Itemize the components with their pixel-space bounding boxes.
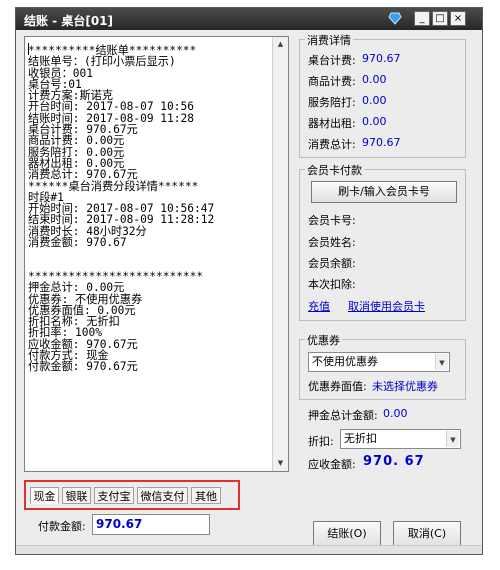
deposit-total-value: 0.00 (383, 407, 408, 420)
deduction-label: 本次扣除: (308, 278, 356, 291)
table-fee-label: 桌台计费: (308, 54, 356, 67)
goods-fee-value: 0.00 (362, 73, 387, 86)
scroll-up-icon[interactable]: ▲ (273, 37, 288, 52)
goods-fee-label: 商品计费: (308, 75, 356, 88)
service-fee-label: 服务陪打: (308, 96, 356, 109)
checkout-window: 结账 - 桌台[01] _ □ × **********结账单*********… (15, 7, 483, 555)
coupon-select-value: 不使用优惠券 (312, 355, 378, 368)
discount-label: 折扣: (308, 435, 334, 448)
tab-cash[interactable]: 现金 (30, 487, 59, 504)
coupon-face-value: 未选择优惠券 (372, 380, 438, 393)
scroll-down-icon[interactable]: ▼ (273, 456, 288, 471)
total-consumption-label: 消费总计: (308, 138, 356, 151)
coupon-select[interactable]: 不使用优惠券 ▼ (308, 352, 450, 372)
receipt-textarea[interactable]: **********结账单********** 结账单号：(打印小票后显示) 收银员… (24, 36, 289, 472)
table-fee-value: 970.67 (362, 52, 401, 65)
payment-amount-input[interactable]: 970.67 (92, 514, 210, 535)
receipt-line: 付款金额: 970.67元 (28, 360, 138, 374)
title-bar: 结账 - 桌台[01] _ □ × (16, 8, 482, 30)
member-balance-label: 会员余额: (308, 257, 356, 270)
cancel-member-card-link[interactable]: 取消使用会员卡 (348, 298, 425, 314)
close-button[interactable]: × (450, 11, 466, 26)
receipt-line: 消费金额: 970.67 (28, 236, 127, 250)
equipment-rent-value: 0.00 (362, 115, 387, 128)
minimize-button[interactable]: _ (414, 11, 430, 26)
status-bar (16, 545, 482, 554)
tab-alipay[interactable]: 支付宝 (94, 487, 134, 504)
discount-select-value: 无折扣 (344, 432, 377, 445)
coupon-title: 优惠券 (305, 332, 342, 348)
consumption-details-title: 消费详情 (305, 32, 353, 48)
total-consumption-value: 970.67 (362, 136, 401, 149)
tab-other[interactable]: 其他 (191, 487, 221, 504)
payment-amount-label: 付款金额: (38, 520, 86, 533)
receivable-label: 应收金额: (308, 458, 356, 471)
gem-icon (388, 12, 402, 25)
member-name-label: 会员姓名: (308, 236, 356, 249)
receipt-lines: **********结账单********** 结账单号：(打印小票后显示) 收银员… (28, 45, 214, 373)
swipe-card-button[interactable]: 刷卡/输入会员卡号 (311, 181, 457, 203)
deposit-total-label: 押金总计金额: (308, 409, 378, 422)
recharge-link[interactable]: 充值 (308, 298, 330, 314)
receipt-line: 消费总计: 970.67元 (28, 168, 138, 182)
member-card-no-label: 会员卡号: (308, 214, 356, 227)
receipt-line (28, 248, 214, 259)
receivable-value: 970. 67 (363, 454, 425, 469)
window-title: 结账 - 桌台[01] (24, 14, 114, 28)
receipt-scrollbar[interactable]: ▲ ▼ (272, 37, 288, 471)
coupon-face-label: 优惠券面值: (308, 380, 367, 393)
maximize-button[interactable]: □ (432, 11, 448, 26)
receipt-line: 商品计费: 0.00元 (28, 134, 125, 148)
tab-wechat-pay[interactable]: 微信支付 (137, 487, 188, 504)
chevron-down-icon[interactable]: ▼ (435, 354, 448, 370)
service-fee-value: 0.00 (362, 94, 387, 107)
member-card-title: 会员卡付款 (305, 162, 364, 178)
receipt-line: 结账单号：(打印小票后显示) (28, 55, 176, 69)
discount-select[interactable]: 无折扣 ▼ (340, 429, 461, 449)
checkout-button[interactable]: 结账(O) (313, 521, 381, 547)
chevron-down-icon[interactable]: ▼ (446, 431, 459, 447)
receipt-line: 押金总计: 0.00元 (28, 281, 125, 295)
tab-unionpay[interactable]: 银联 (62, 487, 91, 504)
cancel-button[interactable]: 取消(C) (393, 521, 461, 547)
equipment-rent-label: 器材出租: (308, 117, 356, 130)
